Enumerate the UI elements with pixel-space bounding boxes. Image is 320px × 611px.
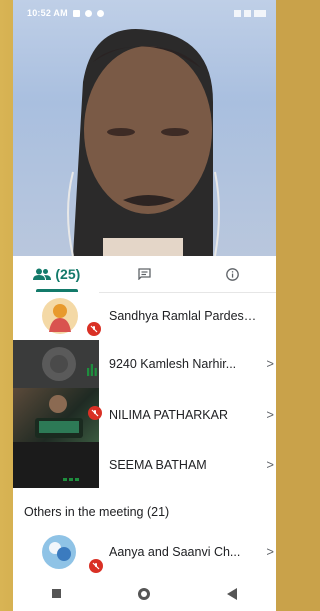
circle-icon [138, 587, 151, 600]
recents-button[interactable] [37, 579, 77, 609]
signal-icon [244, 9, 251, 17]
list-item[interactable]: Sandhya Ramlal Pardeshi ... [13, 292, 276, 340]
tab-people[interactable]: (25) [13, 256, 101, 292]
chevron-right-icon[interactable]: > [266, 544, 274, 559]
mic-off-icon [88, 406, 102, 420]
participant-name: Aanya and Saanvi Ch... [109, 545, 241, 559]
android-nav-bar [13, 576, 276, 611]
square-icon [52, 589, 62, 598]
list-item[interactable]: 9240 Kamlesh Narhir... > [13, 340, 276, 388]
people-count: (25) [55, 266, 81, 282]
participant-name: SEEMA BATHAM [109, 458, 207, 472]
back-arrow-icon [227, 587, 238, 600]
avatar [13, 340, 99, 388]
chevron-right-icon[interactable]: > [266, 407, 274, 422]
status-icons [234, 9, 266, 17]
phone-screen: 10:52 AM (25) Sandhya Ramlal Pardeshi ..… [13, 0, 276, 611]
list-item[interactable]: Aanya and Saanvi Ch... > [13, 529, 276, 575]
status-time: 10:52 AM [27, 8, 68, 18]
chat-icon [138, 268, 151, 280]
notification-icon [84, 9, 92, 17]
avatar [13, 388, 102, 442]
participant-name: NILIMA PATHARKAR [109, 408, 229, 422]
back-button[interactable] [212, 579, 252, 609]
notification-icon [72, 9, 80, 17]
tab-info[interactable] [188, 256, 276, 292]
avatar [13, 529, 103, 575]
others-heading-text: Others in the meeting (21) [24, 505, 170, 519]
participant-face [67, 29, 220, 256]
wifi-icon [234, 9, 241, 17]
chevron-right-icon[interactable]: > [266, 356, 274, 371]
tab-chat[interactable] [101, 256, 189, 292]
list-item[interactable]: SEEMA BATHAM > [13, 442, 276, 488]
list-item[interactable]: NILIMA PATHARKAR > [13, 388, 276, 442]
people-icon [33, 268, 52, 280]
notification-icon [96, 9, 104, 17]
info-icon [225, 267, 239, 281]
others-heading: Others in the meeting (21) [13, 495, 276, 529]
home-button[interactable] [124, 579, 164, 609]
mic-off-icon [87, 322, 101, 336]
main-video[interactable]: 10:52 AM [13, 0, 276, 256]
mic-off-icon [89, 559, 103, 573]
avatar [13, 442, 99, 488]
participants-list: Sandhya Ramlal Pardeshi ... 9240 Kamlesh… [13, 292, 276, 488]
avatar [13, 292, 101, 340]
chevron-right-icon[interactable]: > [266, 457, 274, 472]
participants-tabs: (25) [13, 256, 276, 293]
participant-name: Sandhya Ramlal Pardeshi ... [109, 309, 263, 323]
battery-icon [254, 9, 266, 17]
speaking-icon [87, 364, 97, 376]
participant-name: 9240 Kamlesh Narhir... [109, 357, 237, 371]
